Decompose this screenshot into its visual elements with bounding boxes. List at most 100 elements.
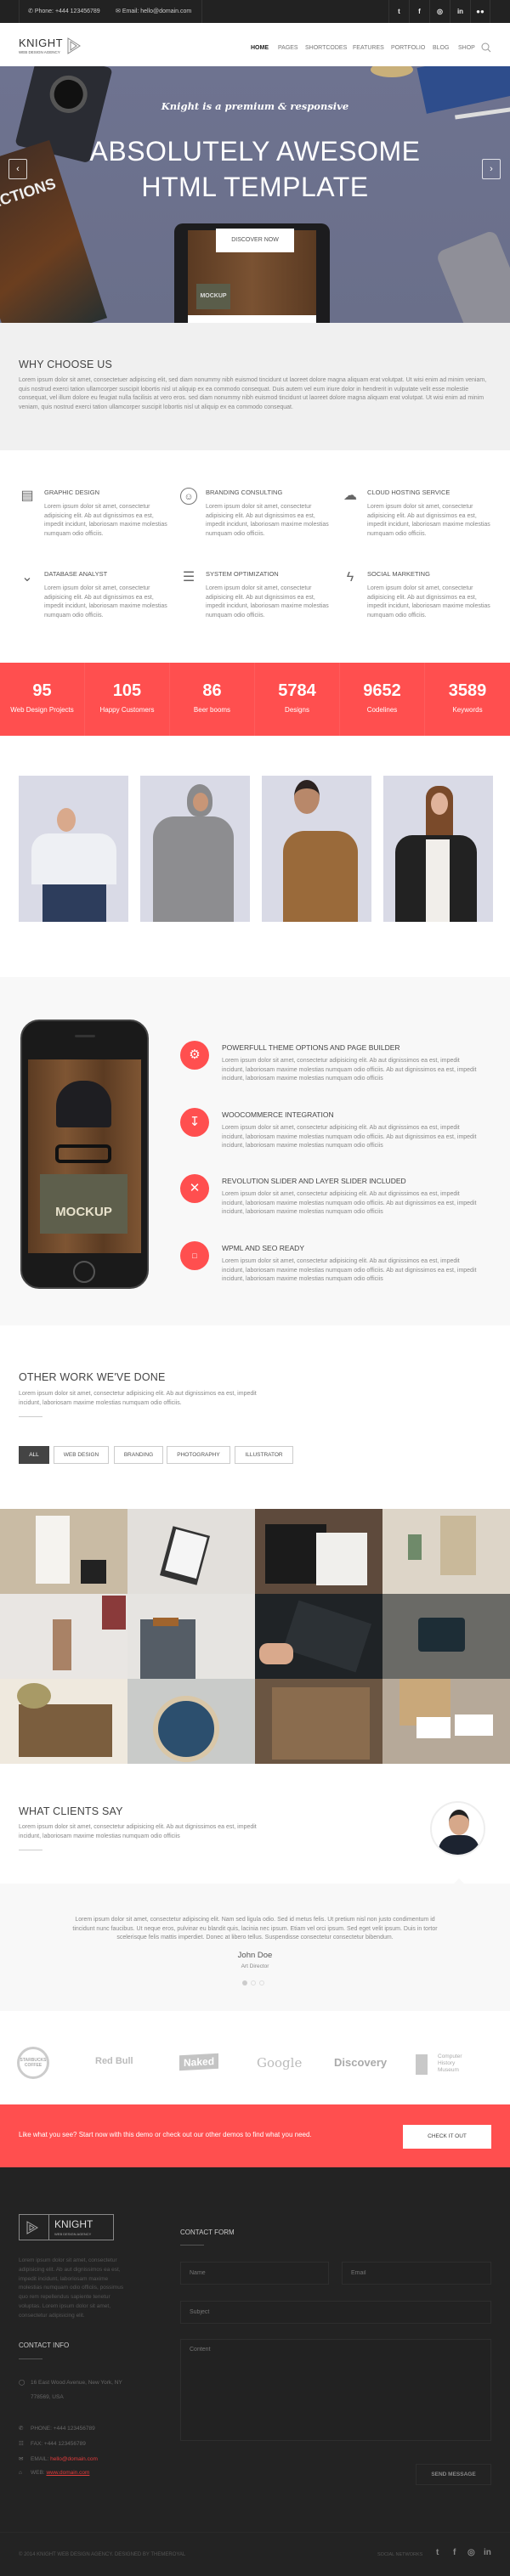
slider-dot[interactable] [259, 1980, 264, 1986]
testimonial-role: Art Director [241, 1963, 269, 1969]
user-icon: ☺ [180, 488, 197, 505]
stat-value: 95 [32, 681, 52, 700]
feature-text: Lorem ipsum dolor sit amet, consectetur … [222, 1125, 477, 1149]
logo[interactable]: KNIGHT WEB DESIGN AGENCY [19, 37, 81, 54]
discover-now-button[interactable]: DISCOVER NOW [216, 229, 294, 252]
email-label: EMAIL: [31, 2456, 49, 2462]
image-icon: ▤ [20, 489, 34, 503]
nav-pages[interactable]: PAGES [278, 45, 298, 51]
email-input[interactable] [342, 2262, 491, 2285]
redbull-logo: Red Bull [95, 2056, 133, 2066]
mockup-label: MOCKUP [40, 1174, 128, 1234]
nav-blog[interactable]: BLOG [433, 45, 449, 51]
footer-logo[interactable]: KNIGHT WEB DESIGN AGENCY [19, 2214, 114, 2240]
nav-features[interactable]: FEATURES [353, 45, 384, 51]
logo-title: KNIGHT [19, 37, 64, 49]
fax-text: FAX: +444 123456789 [31, 2441, 86, 2447]
portfolio-item[interactable] [382, 1679, 510, 1764]
phone-mockup-image: MOCKUP [20, 1020, 149, 1289]
facebook-icon[interactable]: f [409, 0, 429, 23]
nav-shortcodes[interactable]: SHORTCODES [305, 45, 347, 51]
filter-branding[interactable]: BRANDING [114, 1446, 163, 1464]
portfolio-item[interactable] [382, 1509, 510, 1594]
team-member-photo[interactable] [262, 776, 371, 922]
phone: ✆ PHONE: +444 123456789 [19, 2425, 95, 2432]
team-member-photo[interactable] [19, 776, 128, 922]
service-title: BRANDING CONSULTING [206, 489, 283, 496]
service-title: SYSTEM OPTIMIZATION [206, 570, 279, 578]
slider-prev-arrow[interactable]: ‹ [8, 159, 27, 179]
facebook-icon[interactable]: f [453, 2548, 456, 2557]
content-textarea[interactable] [180, 2339, 491, 2441]
dribbble-icon[interactable]: ◎ [429, 0, 450, 23]
portfolio-item[interactable] [128, 1594, 255, 1679]
portfolio-item[interactable] [0, 1509, 128, 1594]
mockup-label: MOCKUP [196, 284, 230, 309]
stat-label: Happy Customers [99, 706, 155, 714]
feature-text: Lorem ipsum dolor sit amet, consectetur … [222, 1191, 477, 1215]
subject-input[interactable] [180, 2301, 491, 2324]
twitter-icon[interactable]: t [388, 0, 409, 23]
filter-photography[interactable]: PHOTOGRAPHY [167, 1446, 230, 1464]
testimonial-section: Lorem ipsum dolor sit amet, consectetur … [0, 1878, 510, 2011]
linkedin-icon[interactable]: in [484, 2548, 491, 2557]
nav-portfolio[interactable]: PORTFOLIO [391, 45, 425, 51]
section-text: Lorem ipsum dolor sit amet, consectetur … [19, 1824, 257, 1839]
nav-home[interactable]: HOME [251, 45, 269, 51]
portfolio-item[interactable] [128, 1679, 255, 1764]
service-text: Lorem ipsum dolor sit amet, consectetur … [367, 504, 490, 537]
footer-about-text: Lorem ipsum dolor sit amet, consectetur … [19, 2257, 124, 2319]
twitter-icon[interactable]: t [436, 2548, 439, 2557]
portfolio-item[interactable] [0, 1679, 128, 1764]
divider [180, 2245, 204, 2246]
portfolio-item[interactable] [128, 1509, 255, 1594]
phone-image [435, 229, 510, 323]
linkedin-icon[interactable]: in [450, 0, 470, 23]
portfolio-item[interactable] [255, 1679, 382, 1764]
feature-text: Lorem ipsum dolor sit amet, consectetur … [222, 1058, 477, 1082]
contact-form-title: CONTACT FORM [180, 2229, 235, 2236]
service-text: Lorem ipsum dolor sit amet, consectetur … [44, 504, 167, 537]
portfolio-item[interactable] [255, 1509, 382, 1594]
portfolio-item[interactable] [255, 1594, 382, 1679]
filter-illustrator[interactable]: ILLUSTRATOR [235, 1446, 293, 1464]
service-text: Lorem ipsum dolor sit amet, consectetur … [206, 504, 329, 537]
service-text: Lorem ipsum dolor sit amet, consectetur … [44, 585, 167, 619]
team-member-photo[interactable] [140, 776, 250, 922]
filter-all[interactable]: ALL [19, 1446, 49, 1464]
name-input[interactable] [180, 2262, 329, 2285]
email-text: Email: hello@domain.com [122, 8, 192, 14]
web-link[interactable]: www.domain.com [46, 2470, 89, 2476]
slider-dot-active[interactable] [242, 1980, 247, 1986]
top-bar: ✆ Phone: +444 123456789 ✉ Email: hello@d… [0, 0, 510, 23]
social-networks-label: SOCIAL NETWORKS [377, 2552, 423, 2557]
service-text: Lorem ipsum dolor sit amet, consectetur … [367, 585, 490, 619]
email-info: ✉ Email: hello@domain.com [116, 0, 191, 23]
service-title: GRAPHIC DESIGN [44, 489, 100, 496]
client-avatar[interactable] [430, 1801, 485, 1856]
portfolio-item[interactable] [382, 1594, 510, 1679]
filter-web-design[interactable]: WEB DESIGN [54, 1446, 109, 1464]
send-message-button[interactable]: SEND MESSAGE [416, 2464, 491, 2485]
email: ✉ EMAIL: hello@domain.com [19, 2455, 98, 2462]
search-icon[interactable] [481, 42, 491, 53]
download-icon: ↧ [180, 1108, 209, 1137]
nav-shop[interactable]: SHOP [458, 45, 475, 51]
slider-next-arrow[interactable]: › [482, 159, 501, 179]
google-logo: Google [257, 2055, 303, 2070]
logo-triangle-icon [67, 37, 81, 54]
team-member-photo[interactable] [383, 776, 493, 922]
header: KNIGHT WEB DESIGN AGENCY HOME PAGES SHOR… [0, 23, 510, 66]
slider-dot[interactable] [251, 1980, 256, 1986]
flickr-icon[interactable]: ●● [470, 0, 490, 23]
stat-label: Codelines [366, 706, 398, 714]
stat-label: Beer booms [193, 706, 231, 714]
check-it-out-button[interactable]: CHECK IT OUT [403, 2125, 491, 2149]
stat-label: Web Design Projects [10, 706, 74, 714]
stat-counter: 105 Happy Customers [85, 663, 170, 736]
email-link[interactable]: hello@domain.com [50, 2456, 98, 2462]
cloud-upload-icon: ☁ [343, 489, 357, 503]
dribbble-icon[interactable]: ◎ [468, 2548, 475, 2557]
chm-logo: Computer History Museum [438, 2053, 462, 2073]
portfolio-item[interactable] [0, 1594, 128, 1679]
